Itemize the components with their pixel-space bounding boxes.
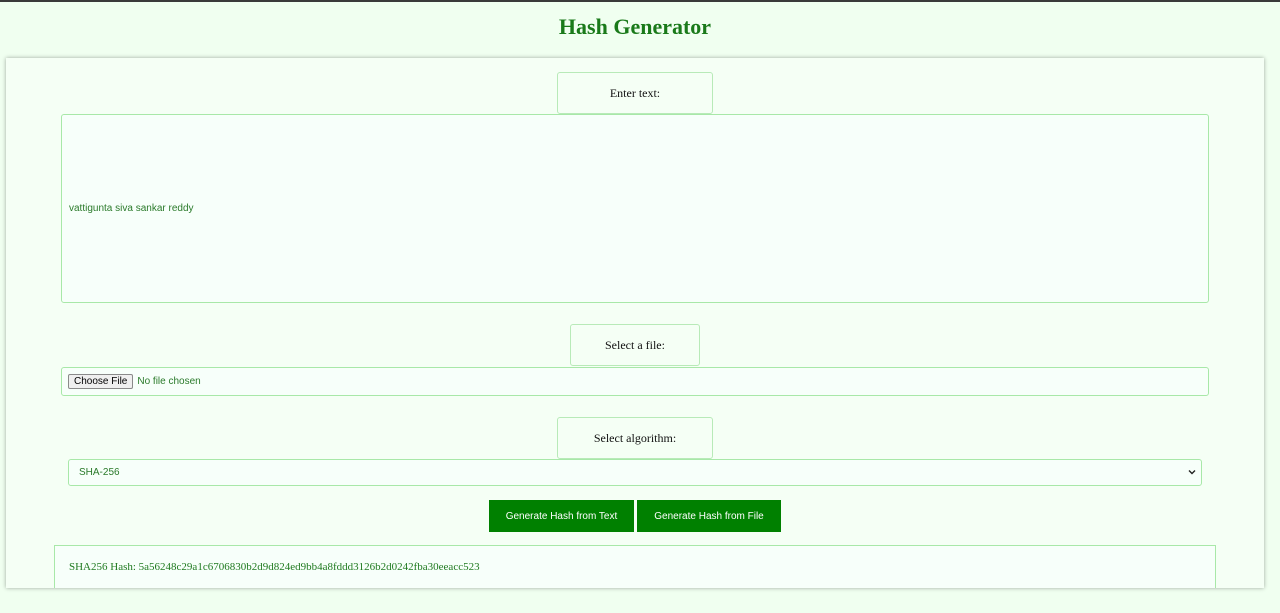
text-input-value: vattigunta siva sankar reddy: [69, 203, 194, 214]
text-label-box: Enter text:: [557, 72, 713, 114]
page-title: Hash Generator: [558, 14, 712, 39]
generate-file-hash-button[interactable]: Generate Hash from File: [637, 500, 781, 532]
generate-text-hash-button[interactable]: Generate Hash from Text: [489, 500, 634, 532]
text-input[interactable]: vattigunta siva sankar reddy: [61, 114, 1209, 303]
main-card: Enter text: vattigunta siva sankar reddy…: [6, 58, 1264, 588]
top-border: [0, 0, 1280, 2]
hash-result: SHA256 Hash: 5a56248c29a1c6706830b2d9d82…: [54, 545, 1216, 588]
scrollbar-track[interactable]: [1270, 58, 1280, 613]
file-label-box: Select a file:: [570, 324, 700, 366]
file-label: Select a file:: [605, 337, 665, 352]
chevron-down-icon: [1188, 470, 1196, 475]
file-status: No file chosen: [137, 376, 201, 387]
algorithm-label: Select algorithm:: [593, 430, 677, 445]
text-label: Enter text:: [609, 85, 661, 100]
algorithm-select[interactable]: SHA-256: [68, 459, 1202, 486]
algorithm-selected-value: SHA-256: [79, 467, 120, 478]
algorithm-label-box: Select algorithm:: [557, 417, 713, 459]
file-input[interactable]: Choose File No file chosen: [61, 367, 1209, 396]
choose-file-button[interactable]: Choose File: [68, 374, 134, 389]
hash-result-text: SHA256 Hash: 5a56248c29a1c6706830b2d9d82…: [69, 561, 480, 573]
